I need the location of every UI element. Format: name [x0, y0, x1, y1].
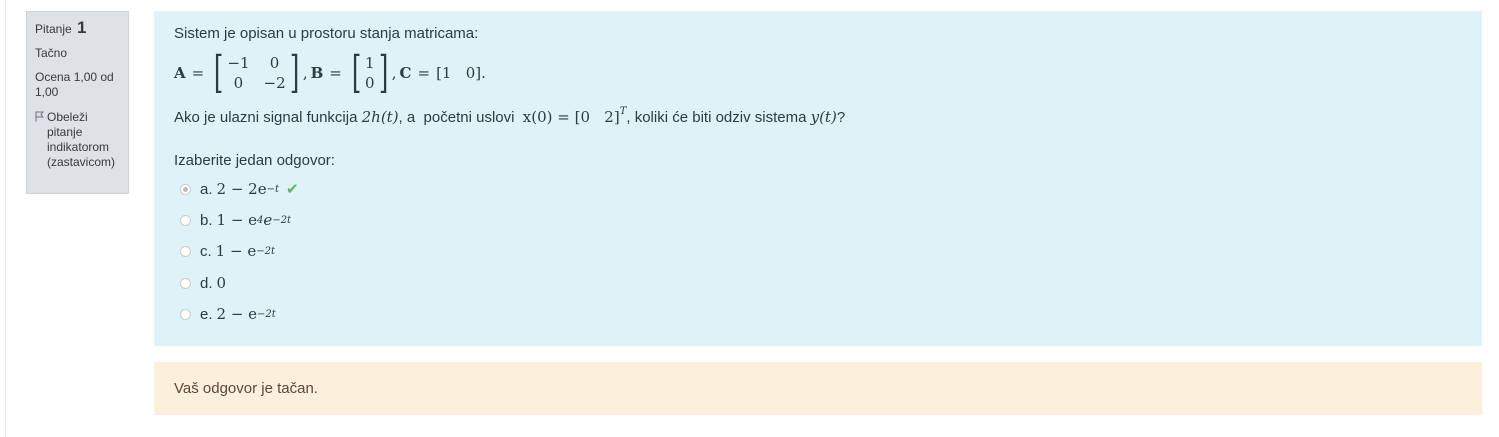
matrix-b: [ 1 0 ] — [351, 47, 388, 98]
matrix-c-label: C — [399, 64, 412, 82]
question-text-part: , a početni uslovi — [398, 109, 523, 126]
answer-letter: a. — [200, 180, 213, 198]
output-signal: y(t) — [810, 108, 837, 126]
answer-exponent: −2t — [256, 245, 275, 257]
answer-option-d[interactable]: d. 0 — [180, 274, 226, 292]
matrix-a-label: A — [174, 64, 186, 82]
page-left-border — [5, 0, 6, 437]
answer-prompt: Izaberite jedan odgovor: — [174, 152, 335, 169]
initial-condition: x(0) = [0 2] — [522, 108, 620, 126]
flag-question-link[interactable]: Obeleži pitanje indikatorom (zastavicom) — [35, 110, 120, 170]
answer-letter: c. — [200, 242, 212, 260]
answer-radio[interactable] — [180, 183, 191, 195]
question-number-row: Pitanje 1 — [35, 18, 120, 37]
matrix-a: [ −1 0 0 −2 ] — [214, 47, 299, 98]
answer-feedback: Vaš odgovor je tačan. — [154, 362, 1482, 415]
answer-expression: 0 — [216, 274, 227, 292]
matrix-a-cell: 0 — [233, 74, 244, 92]
answer-exponent: −t — [266, 183, 279, 195]
answer-radio[interactable] — [180, 308, 191, 320]
question-text-part: ? — [836, 109, 846, 126]
flag-icon — [35, 111, 47, 170]
answer-expression: 1 − e — [215, 242, 257, 260]
answer-letter: b. — [200, 211, 213, 229]
question-text: Ako je ulazni signal funkcija 2h(t), a p… — [174, 106, 845, 126]
matrix-b-cell: 1 — [365, 54, 375, 72]
correct-check-icon: ✔ — [286, 181, 299, 198]
matrix-a-cell: −1 — [227, 54, 250, 72]
answer-radio[interactable] — [180, 277, 191, 289]
matrix-a-cell: −2 — [263, 74, 286, 92]
question-number: 1 — [77, 18, 87, 37]
answer-option-e[interactable]: e. 2 − e −2t — [180, 305, 276, 323]
question-formulation: Sistem je opisan u prostoru stanja matri… — [154, 11, 1482, 346]
answer-radio[interactable] — [180, 214, 191, 226]
answer-expression: 2 − e — [216, 305, 258, 323]
matrix-b-cell: 0 — [365, 74, 375, 92]
input-signal: 2h(t) — [361, 108, 399, 126]
answer-expression: 1 − e — [216, 211, 258, 229]
answer-option-b[interactable]: b. 1 − e 4 e −2t — [180, 211, 291, 229]
question-text-part: Ako je ulazni signal funkcija — [174, 109, 362, 126]
flag-label: Obeleži pitanje indikatorom (zastavicom) — [47, 110, 116, 169]
question-text-part: , koliki će biti odziv sistema — [626, 109, 811, 126]
state-space-matrices: A = [ −1 0 0 −2 ] , B = [ 1 0 ] , C = [1… — [174, 47, 486, 98]
answer-radio[interactable] — [180, 245, 191, 257]
matrix-c: [1 0] — [436, 64, 482, 82]
answer-expression: e — [263, 211, 273, 229]
matrix-a-cell: 0 — [269, 54, 280, 72]
answer-exponent: −2t — [272, 214, 292, 226]
question-grade: Ocena 1,00 od 1,00 — [35, 70, 114, 99]
matrix-b-label: B — [310, 64, 324, 82]
answer-exponent: −2t — [257, 308, 276, 320]
answer-expression: 2 − 2e — [216, 180, 267, 198]
question-label: Pitanje — [35, 22, 72, 36]
answer-letter: e. — [200, 305, 213, 323]
answer-option-c[interactable]: c. 1 − e −2t — [180, 242, 275, 260]
answer-option-a[interactable]: a. 2 − 2e −t ✔ — [180, 180, 299, 198]
question-info-panel: Pitanje 1 Tačno Ocena 1,00 od 1,00 Obele… — [26, 11, 129, 194]
question-state: Tačno — [35, 46, 68, 60]
question-intro: Sistem je opisan u prostoru stanja matri… — [174, 25, 479, 42]
answer-letter: d. — [200, 274, 213, 292]
